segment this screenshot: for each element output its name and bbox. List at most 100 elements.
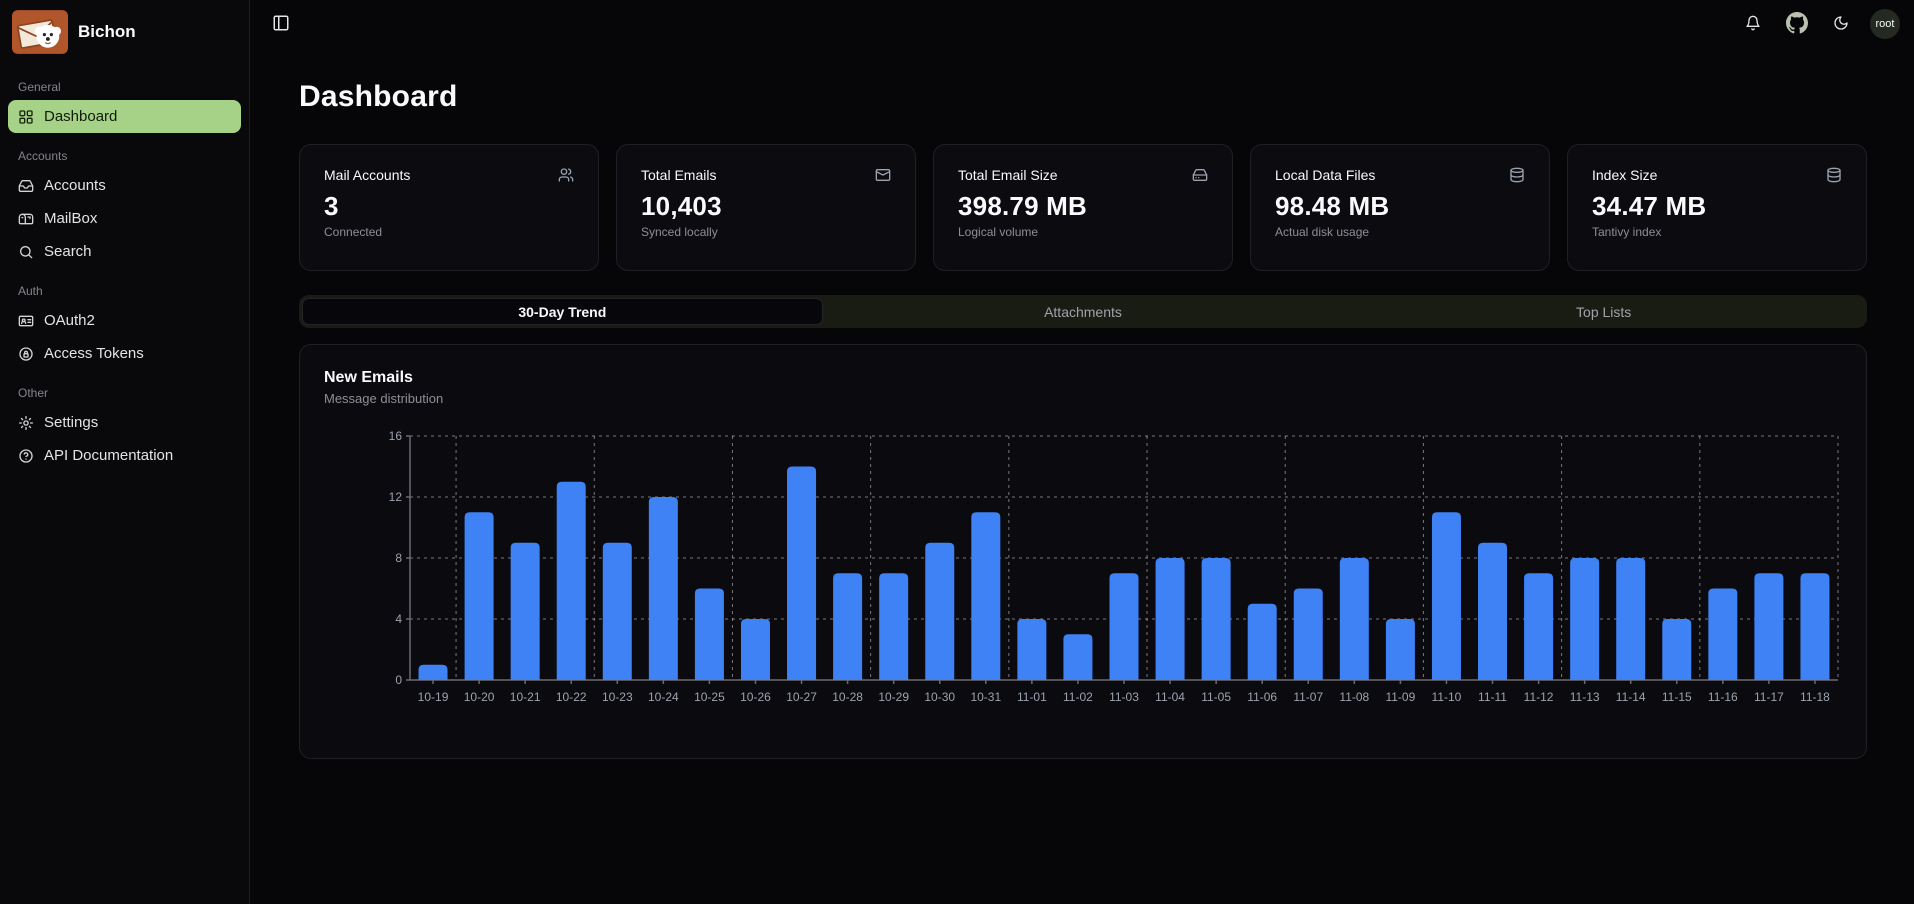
- svg-text:11-14: 11-14: [1616, 690, 1646, 704]
- svg-text:10-19: 10-19: [418, 690, 449, 704]
- sidebar-item-label: Access Tokens: [44, 345, 144, 362]
- bar-10-27: [787, 467, 816, 681]
- sidebar-item-label: API Documentation: [44, 447, 173, 464]
- sidebar-item-access-tokens[interactable]: Access Tokens: [8, 337, 241, 370]
- bar-11-14: [1616, 558, 1645, 680]
- bar-10-30: [925, 543, 954, 680]
- svg-text:11-17: 11-17: [1754, 690, 1784, 704]
- moon-icon: [1833, 15, 1849, 34]
- svg-text:10-28: 10-28: [832, 690, 863, 704]
- stat-value: 98.48 MB: [1275, 191, 1525, 222]
- svg-text:10-26: 10-26: [740, 690, 771, 704]
- sidebar-item-oauth2[interactable]: OAuth2: [8, 304, 241, 337]
- stat-subtitle: Logical volume: [958, 225, 1208, 239]
- svg-text:11-05: 11-05: [1201, 690, 1231, 704]
- section-label: Accounts: [8, 149, 241, 163]
- svg-text:11-10: 11-10: [1432, 690, 1462, 704]
- sidebar: Bichon General Dashboard Accounts Accounts M…: [0, 0, 250, 904]
- user-avatar[interactable]: root: [1870, 9, 1900, 39]
- section-label: General: [8, 80, 241, 94]
- stat-value: 34.47 MB: [1592, 191, 1842, 222]
- sidebar-item-search[interactable]: Search: [8, 235, 241, 268]
- app-title: Bichon: [78, 22, 136, 42]
- bar-10-22: [557, 482, 586, 680]
- svg-text:11-13: 11-13: [1570, 690, 1600, 704]
- stat-title: Local Data Files: [1275, 167, 1375, 183]
- svg-text:11-06: 11-06: [1247, 690, 1277, 704]
- main-content: Dashboard Mail Accounts 3 Connected Total E…: [250, 48, 1914, 904]
- help-circle-icon: [18, 448, 34, 464]
- stat-title: Total Emails: [641, 167, 716, 183]
- svg-text:10-24: 10-24: [648, 690, 679, 704]
- stat-subtitle: Connected: [324, 225, 574, 239]
- topbar: root: [250, 0, 1914, 48]
- svg-text:12: 12: [389, 490, 403, 504]
- sidebar-toggle-button[interactable]: [266, 9, 296, 39]
- section-label: Auth: [8, 284, 241, 298]
- dashboard-icon: [18, 109, 34, 125]
- bar-10-29: [879, 573, 908, 680]
- bar-11-10: [1432, 512, 1461, 680]
- stat-card-total-emails: Total Emails10,403Synced locally: [616, 144, 916, 271]
- svg-text:8: 8: [395, 551, 402, 565]
- bar-10-19: [419, 665, 448, 680]
- bar-11-01: [1017, 619, 1046, 680]
- chart-title: New Emails: [324, 369, 1842, 387]
- stat-card-mail-accounts: Mail Accounts 3 Connected: [299, 144, 599, 271]
- new-emails-bar-chart: 048121610-1910-2010-2110-2210-2310-2410-…: [324, 426, 1842, 723]
- tab-30-day-trend[interactable]: 30-Day Trend: [302, 298, 823, 325]
- users-icon: [558, 167, 574, 183]
- stat-subtitle: Tantivy index: [1592, 225, 1842, 239]
- notifications-button[interactable]: [1738, 9, 1768, 39]
- svg-text:11-16: 11-16: [1708, 690, 1738, 704]
- svg-text:10-21: 10-21: [510, 690, 541, 704]
- sidebar-item-accounts[interactable]: Accounts: [8, 169, 241, 202]
- bar-11-04: [1156, 558, 1185, 680]
- svg-text:11-08: 11-08: [1339, 690, 1369, 704]
- svg-text:11-01: 11-01: [1017, 690, 1047, 704]
- svg-text:16: 16: [389, 429, 403, 443]
- tab-top-lists[interactable]: Top Lists: [1343, 298, 1864, 325]
- stat-value: 3: [324, 191, 574, 222]
- stat-title: Mail Accounts: [324, 167, 410, 183]
- sidebar-item-label: Search: [44, 243, 92, 260]
- bar-10-31: [971, 512, 1000, 680]
- sidebar-item-label: Settings: [44, 414, 98, 431]
- chart-card: New Emails Message distribution 04812161…: [299, 344, 1867, 759]
- bar-11-05: [1202, 558, 1231, 680]
- token-icon: [18, 346, 34, 362]
- github-button[interactable]: [1782, 9, 1812, 39]
- sidebar-item-mailbox[interactable]: MailBox: [8, 202, 241, 235]
- bichon-logo-icon: [12, 10, 68, 54]
- sidebar-item-label: OAuth2: [44, 312, 95, 329]
- bar-11-11: [1478, 543, 1507, 680]
- bar-10-21: [511, 543, 540, 680]
- bar-10-26: [741, 619, 770, 680]
- sidebar-item-settings[interactable]: Settings: [8, 406, 241, 439]
- svg-text:11-18: 11-18: [1800, 690, 1830, 704]
- theme-toggle-button[interactable]: [1826, 9, 1856, 39]
- svg-text:10-25: 10-25: [694, 690, 725, 704]
- sidebar-item-label: MailBox: [44, 210, 97, 227]
- stat-card-total-email-size: Total Email Size398.79 MBLogical volume: [933, 144, 1233, 271]
- svg-text:10-27: 10-27: [786, 690, 817, 704]
- bar-10-28: [833, 573, 862, 680]
- bar-11-03: [1110, 573, 1139, 680]
- user-name: root: [1876, 18, 1895, 30]
- bar-11-17: [1754, 573, 1783, 680]
- sidebar-item-dashboard[interactable]: Dashboard: [8, 100, 241, 133]
- sidebar-item-label: Accounts: [44, 177, 106, 194]
- stats-row: Mail Accounts 3 Connected Total Emails10,40…: [299, 144, 1867, 271]
- brand[interactable]: Bichon: [8, 6, 241, 64]
- svg-text:10-30: 10-30: [924, 690, 955, 704]
- bell-icon: [1745, 15, 1761, 34]
- tab-attachments[interactable]: Attachments: [823, 298, 1344, 325]
- bar-11-07: [1294, 589, 1323, 681]
- stat-card-index-size: Index Size34.47 MBTantivy index: [1567, 144, 1867, 271]
- mail-icon: [875, 167, 891, 183]
- github-icon: [1786, 12, 1808, 37]
- tab-list: 30-Day TrendAttachmentsTop Lists: [299, 295, 1867, 328]
- bar-11-13: [1570, 558, 1599, 680]
- page-title: Dashboard: [299, 80, 1867, 114]
- sidebar-item-api-documentation[interactable]: API Documentation: [8, 439, 241, 472]
